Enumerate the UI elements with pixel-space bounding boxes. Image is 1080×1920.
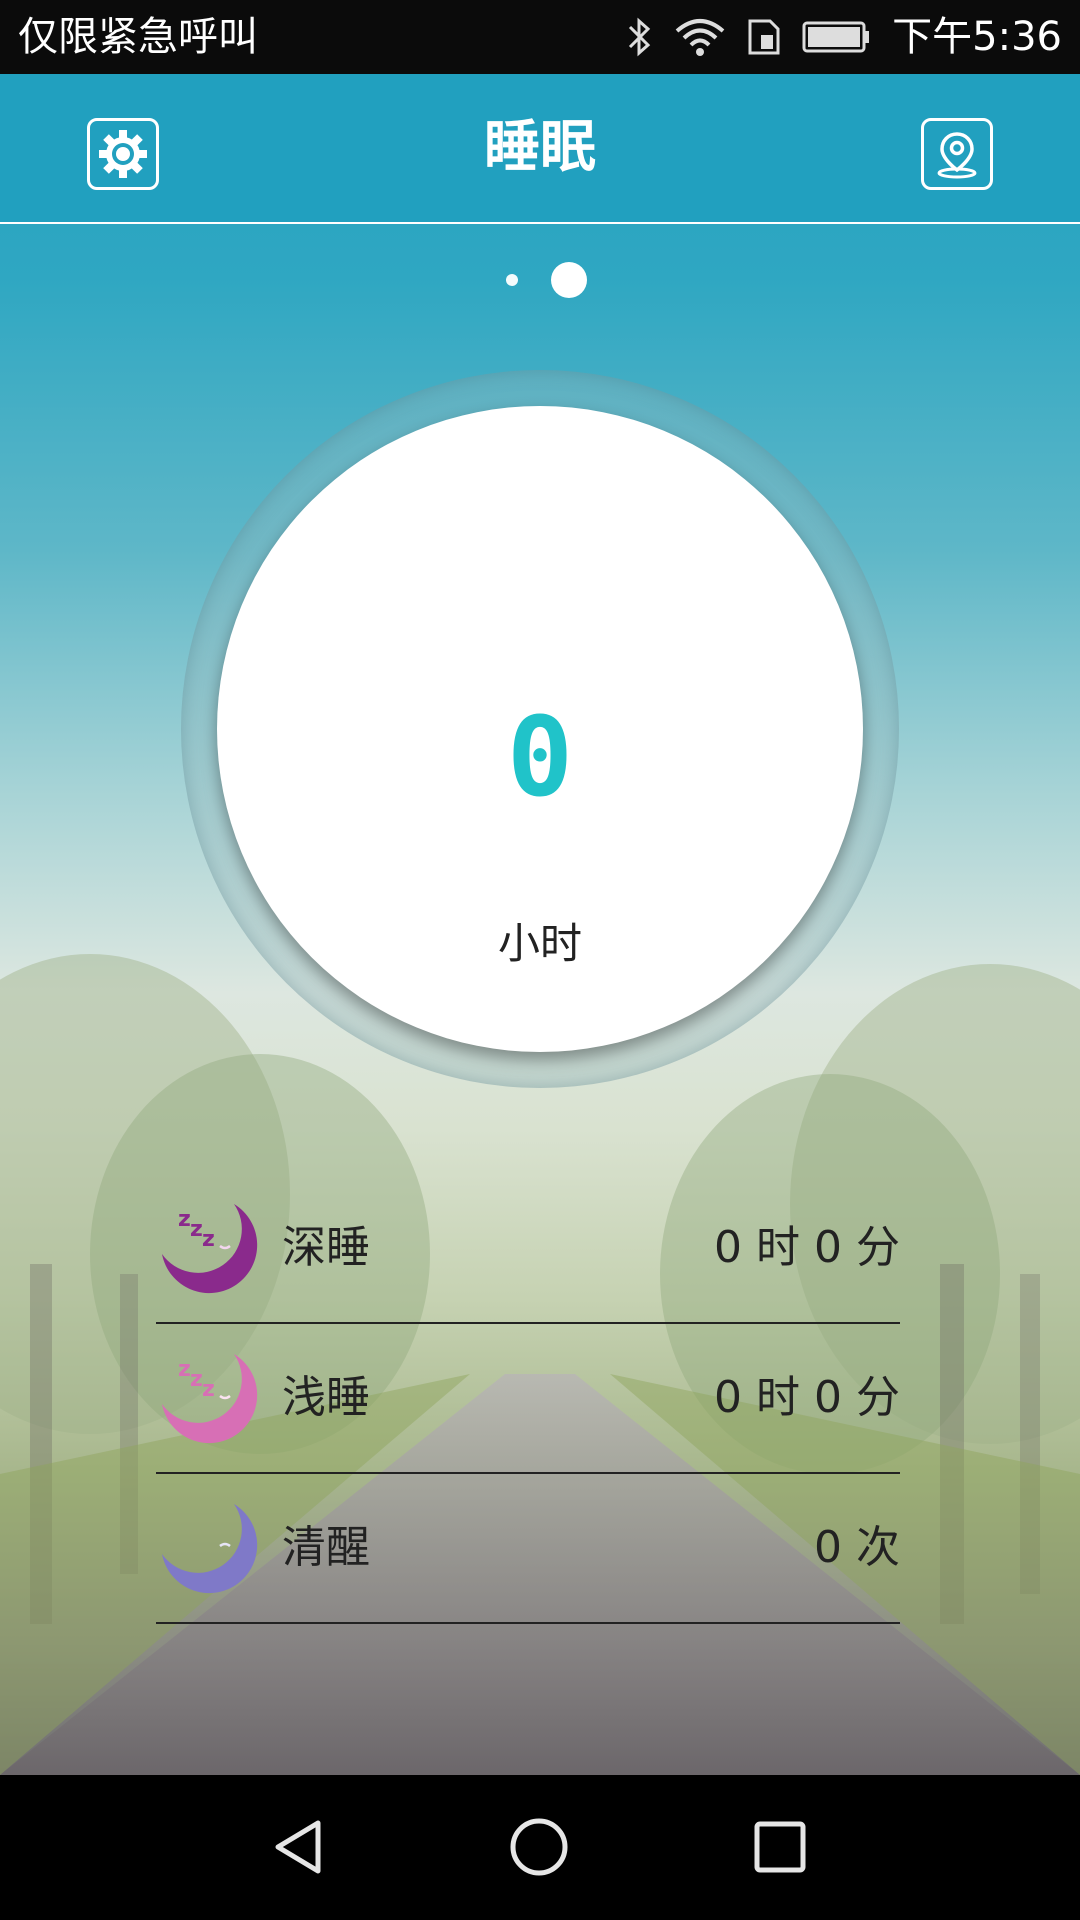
sleep-hours-value: 0 [506, 693, 574, 821]
stat-label: 深睡 [282, 1222, 370, 1273]
svg-text:z: z [202, 1227, 215, 1252]
home-button[interactable] [503, 1811, 575, 1883]
page-indicator [0, 260, 1080, 300]
page-title: 睡眠 [484, 115, 596, 180]
stat-value: 0 时 0 分 [714, 1372, 900, 1423]
moon-awake-icon [162, 1504, 258, 1594]
svg-text:z: z [178, 1357, 191, 1382]
status-icons: 下午5:36 [626, 0, 1062, 74]
stat-row-light-sleep[interactable]: z z z 浅睡 0 时 0 分 [156, 1324, 900, 1474]
status-carrier-text: 仅限紧急呼叫 [18, 14, 258, 60]
svg-text:z: z [190, 1367, 203, 1392]
svg-text:z: z [190, 1217, 203, 1242]
moon-light-sleep-icon: z z z [162, 1354, 258, 1444]
wifi-icon [674, 17, 726, 57]
bluetooth-icon [626, 15, 654, 59]
page-dot-1[interactable] [506, 274, 518, 286]
svg-text:z: z [202, 1377, 215, 1402]
recents-button[interactable] [744, 1811, 816, 1883]
sim-icon [746, 17, 782, 57]
stat-value: 0 次 [814, 1522, 900, 1573]
moon-deep-sleep-icon: z z z [162, 1204, 258, 1294]
stat-row-awake[interactable]: 清醒 0 次 [156, 1474, 900, 1624]
stat-row-deep-sleep[interactable]: z z z 深睡 0 时 0 分 [156, 1174, 900, 1324]
stat-label: 浅睡 [282, 1372, 370, 1423]
back-button[interactable] [262, 1811, 334, 1883]
sleep-stats-list: z z z 深睡 0 时 0 分 z z z 浅睡 0 时 0 分 清醒 0 次 [156, 1174, 900, 1624]
page-dot-2-active[interactable] [551, 262, 587, 298]
status-bar: 仅限紧急呼叫 下午5:36 [0, 0, 1080, 74]
stat-value: 0 时 0 分 [714, 1222, 900, 1273]
sleep-hours-unit: 小时 [497, 919, 582, 968]
location-button[interactable] [921, 118, 993, 190]
location-pin-icon [937, 132, 977, 179]
home-icon [510, 1818, 568, 1876]
app-header: 睡眠 [0, 74, 1080, 224]
back-icon [275, 1820, 321, 1874]
navigation-bar [0, 1775, 1080, 1920]
battery-icon [802, 19, 872, 55]
recents-icon [754, 1821, 806, 1873]
svg-text:z: z [178, 1207, 191, 1232]
main-content: 睡眠 0 小时 z z z 深睡 0 时 0 分 z z z 浅睡 0 时 0 … [0, 74, 1080, 1775]
stat-label: 清醒 [282, 1522, 370, 1573]
status-time: 下午5:36 [892, 14, 1062, 60]
